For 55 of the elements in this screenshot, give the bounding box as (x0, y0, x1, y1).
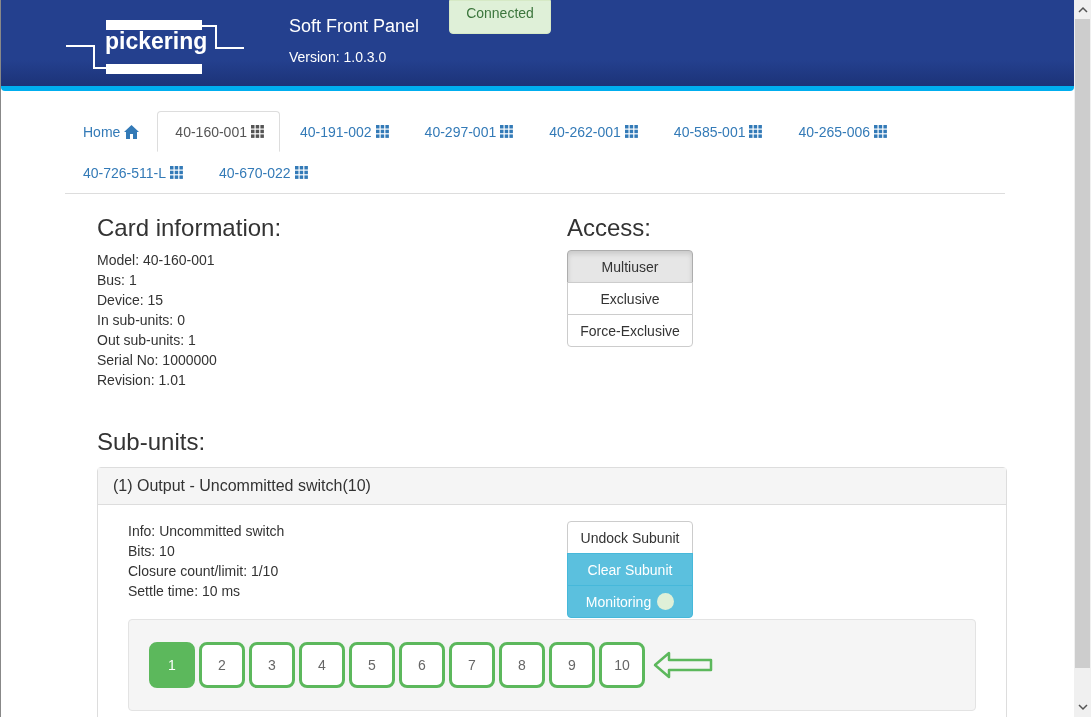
info-text: Bits: 10 (128, 542, 176, 561)
section-heading: Card information: (97, 214, 283, 242)
info-text: Closure count/limit: 1/10 (128, 562, 280, 581)
grid-icon (624, 125, 638, 138)
left-arrow-icon (653, 651, 713, 679)
relay-button[interactable]: 2 (199, 642, 245, 688)
card-tab[interactable]: 40-297-001 (406, 111, 530, 152)
grid-icon (170, 166, 184, 179)
logo-text: pickering (105, 28, 208, 55)
section-heading: Sub-units: (97, 428, 207, 456)
grid-icon (294, 166, 308, 179)
info-text: Revision: 1.01 (97, 371, 187, 390)
relay-button[interactable]: 10 (599, 642, 645, 688)
access-option-button[interactable]: Force-Exclusive (567, 314, 693, 347)
connection-status-badge: Connected (449, 0, 551, 34)
card-tab[interactable]: 40-670-022 (201, 152, 324, 193)
relay-button[interactable]: 7 (449, 642, 495, 688)
undock-button[interactable]: Undock Subunit (567, 521, 693, 554)
access-option-button[interactable]: Exclusive (567, 282, 693, 315)
subunit-panel-title: (1) Output - Uncommitted switch(10) (98, 468, 1006, 505)
info-text: Info: Uncommitted switch (128, 522, 286, 541)
relay-button[interactable]: 4 (299, 642, 345, 688)
grid-icon (500, 125, 514, 138)
info-text: Bus: 1 (97, 271, 138, 290)
grid-icon (375, 125, 389, 138)
relay-button[interactable]: 3 (249, 642, 295, 688)
grid-icon (874, 125, 888, 138)
card-tab[interactable]: 40-160-001 (157, 111, 280, 152)
info-text: Settle time: 10 ms (128, 582, 242, 601)
scrollbar-thumb[interactable] (1075, 19, 1090, 668)
chevron-down-icon[interactable] (1077, 704, 1088, 711)
info-text: Out sub-units: 1 (97, 331, 197, 350)
app-title: Soft Front Panel (289, 15, 420, 37)
grid-icon (749, 125, 763, 138)
relay-button[interactable]: 8 (499, 642, 545, 688)
scrollbar[interactable] (1074, 0, 1091, 717)
home-icon (124, 124, 140, 139)
card-tab[interactable]: 40-726-511-L (65, 152, 200, 193)
relay-button[interactable]: 9 (549, 642, 595, 688)
section-heading: Access: (567, 214, 653, 242)
info-text: Model: 40-160-001 (97, 251, 216, 270)
info-text: Device: 15 (97, 291, 165, 310)
info-text: In sub-units: 0 (97, 311, 186, 330)
relay-button[interactable]: 5 (349, 642, 395, 688)
version-text: Version: 1.0.3.0 (289, 48, 388, 65)
grid-icon (251, 125, 264, 138)
chevron-up-icon[interactable] (1077, 6, 1088, 13)
card-tab[interactable]: 40-265-006 (780, 111, 904, 152)
access-option-button[interactable]: Multiuser (567, 250, 693, 283)
relay-button[interactable]: 6 (399, 642, 445, 688)
info-text: Serial No: 1000000 (97, 351, 218, 370)
card-tab[interactable]: 40-191-002 (282, 111, 405, 152)
card-tab[interactable]: 40-262-001 (531, 111, 654, 152)
card-tab[interactable]: 40-585-001 (655, 111, 779, 152)
card-tab[interactable]: Home (65, 111, 156, 152)
